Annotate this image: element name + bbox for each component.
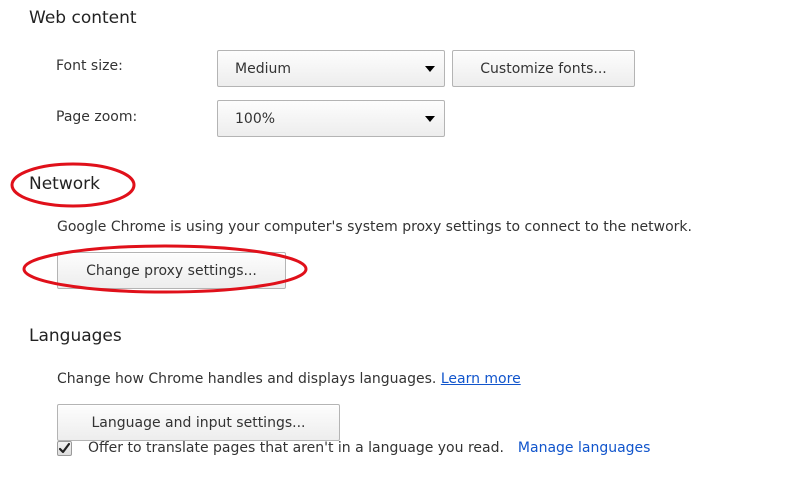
- languages-description: Change how Chrome handles and displays l…: [57, 371, 437, 387]
- page-zoom-value: 100%: [235, 110, 276, 127]
- network-title: Network: [29, 174, 100, 194]
- font-size-value: Medium: [235, 60, 291, 77]
- chevron-down-icon: [425, 66, 435, 72]
- languages-title: Languages: [29, 326, 122, 346]
- learn-more-link[interactable]: Learn more: [441, 371, 521, 387]
- languages-description-row: Change how Chrome handles and displays l…: [57, 371, 521, 387]
- font-size-select[interactable]: Medium: [217, 50, 445, 87]
- manage-languages-link[interactable]: Manage languages: [518, 440, 651, 456]
- web-content-title: Web content: [29, 8, 137, 28]
- network-description: Google Chrome is using your computer's s…: [57, 219, 692, 235]
- checkmark-icon: [58, 442, 71, 453]
- change-proxy-settings-button[interactable]: Change proxy settings...: [57, 252, 286, 289]
- translate-checkbox-label: Offer to translate pages that aren't in …: [88, 440, 504, 456]
- translate-checkbox[interactable]: [57, 440, 72, 456]
- page-zoom-label: Page zoom:: [56, 109, 138, 125]
- customize-fonts-button[interactable]: Customize fonts...: [452, 50, 635, 87]
- language-input-settings-button[interactable]: Language and input settings...: [57, 404, 340, 441]
- page-zoom-select[interactable]: 100%: [217, 100, 445, 137]
- chevron-down-icon: [425, 116, 435, 122]
- font-size-label: Font size:: [56, 58, 123, 74]
- translate-option-row: Offer to translate pages that aren't in …: [57, 440, 650, 456]
